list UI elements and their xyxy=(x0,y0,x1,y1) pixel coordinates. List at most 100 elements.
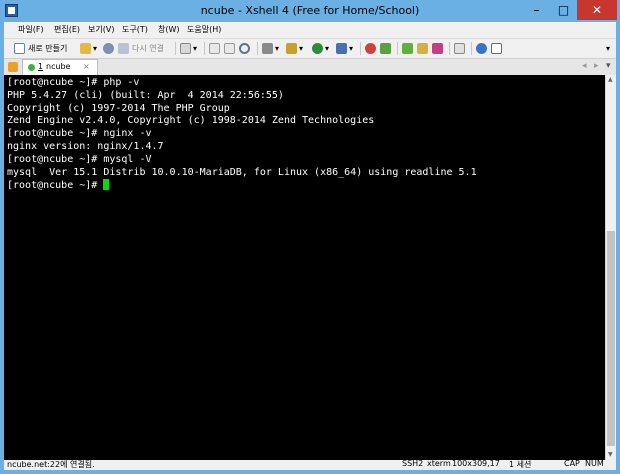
toolbar-separator xyxy=(397,42,398,55)
layout-icon xyxy=(402,42,413,54)
menu-bar: 파일(F) 편집(E) 보기(V) 도구(T) 창(W) 도움말(H) xyxy=(4,22,616,37)
scroll-up-arrow-icon[interactable]: ▲ xyxy=(608,76,613,83)
client-area: 파일(F) 편집(E) 보기(V) 도구(T) 창(W) 도움말(H) 새로 만… xyxy=(4,22,616,470)
print-icon xyxy=(262,42,273,54)
session-tab[interactable]: 1 ncube × xyxy=(22,59,98,75)
terminal-line: PHP 5.4.27 (cli) (built: Apr 4 2014 22:5… xyxy=(7,89,284,101)
terminal-output: [root@ncube ~]# php -v PHP 5.4.27 (cli) (… xyxy=(7,77,477,193)
menu-view[interactable]: 보기(V) xyxy=(88,24,114,35)
tab-scroll-right-icon[interactable]: ▸ xyxy=(594,61,599,71)
menu-window[interactable]: 창(W) xyxy=(158,24,180,35)
vertical-scrollbar[interactable]: ▲ ▼ xyxy=(605,75,616,460)
copy-icon xyxy=(209,42,220,54)
terminal-line: mysql Ver 15.1 Distrib 10.0.10-MariaDB, … xyxy=(7,166,477,178)
user-button[interactable]: ▾ xyxy=(336,41,353,55)
menu-tools[interactable]: 도구(T) xyxy=(122,24,148,35)
find-button[interactable] xyxy=(239,41,250,55)
user-icon xyxy=(336,42,347,54)
lock-button[interactable] xyxy=(417,41,428,55)
lock-icon xyxy=(417,42,428,54)
find-icon xyxy=(239,42,250,54)
toolbar-overflow-button[interactable]: ▾ xyxy=(606,41,610,55)
layout-button[interactable] xyxy=(402,41,413,55)
xftp-icon xyxy=(365,42,376,54)
status-connection: ncube.net:22에 연결됨. xyxy=(7,460,95,469)
help-button[interactable] xyxy=(476,41,487,55)
reconnect-button[interactable]: 다시 연결 xyxy=(118,41,164,55)
keyboard-icon xyxy=(454,42,465,54)
terminal-line: nginx version: nginx/1.4.7 xyxy=(7,140,164,152)
terminal-line: [root@ncube ~]# mysql -V xyxy=(7,153,152,165)
paste-button[interactable] xyxy=(224,41,235,55)
toolbar-separator xyxy=(204,42,205,55)
status-cursor-position: 9,17 xyxy=(482,459,500,468)
terminal-line: Copyright (c) 1997-2014 The PHP Group xyxy=(7,102,230,114)
globe-button[interactable]: ▾ xyxy=(312,41,329,55)
terminal-line: [root@ncube ~]# nginx -v xyxy=(7,128,152,140)
toolbar-separator xyxy=(360,42,361,55)
new-session-button[interactable]: 새로 만들기 xyxy=(14,41,67,55)
link-icon xyxy=(103,42,114,54)
compose-icon xyxy=(380,42,391,54)
menu-file[interactable]: 파일(F) xyxy=(18,24,44,35)
toolbar-separator xyxy=(257,42,258,55)
terminal-prompt: [root@ncube ~]# xyxy=(7,180,104,192)
terminal-cursor xyxy=(103,179,110,191)
keyboard-button[interactable] xyxy=(454,41,465,55)
terminal-view[interactable]: [root@ncube ~]# php -v PHP 5.4.27 (cli) (… xyxy=(4,75,605,460)
close-button[interactable]: ✕ xyxy=(577,0,617,20)
tab-label: ncube xyxy=(46,62,71,71)
help-icon xyxy=(476,42,487,54)
open-button[interactable]: ▾ xyxy=(80,41,97,55)
copy-button[interactable] xyxy=(209,41,220,55)
scroll-down-arrow-icon[interactable]: ▼ xyxy=(608,451,613,458)
reconnect-label: 다시 연결 xyxy=(132,43,164,53)
status-bar: ncube.net:22에 연결됨. SSH2 xterm 100x30 9,1… xyxy=(4,459,616,470)
tab-scroll-left-icon[interactable]: ◂ xyxy=(582,61,587,71)
status-caps-lock: CAP xyxy=(564,459,580,468)
print-button[interactable]: ▾ xyxy=(262,41,279,55)
session-manager-icon[interactable] xyxy=(8,62,18,72)
status-num-lock: NUM xyxy=(585,459,604,468)
maximize-button[interactable]: □ xyxy=(550,0,577,20)
properties-icon xyxy=(180,42,191,54)
status-terminal-type: xterm xyxy=(427,459,451,468)
new-session-label: 새로 만들기 xyxy=(28,43,68,53)
paste-icon xyxy=(224,42,235,54)
xftp-button[interactable] xyxy=(365,41,376,55)
transfer-icon xyxy=(286,42,297,54)
chat-button[interactable] xyxy=(491,41,502,55)
tab-menu-icon[interactable]: ▾ xyxy=(606,61,611,71)
terminal-line: Zend Engine v2.4.0, Copyright (c) 1998-2… xyxy=(7,115,375,127)
link-button[interactable] xyxy=(103,41,114,55)
toolbar-separator xyxy=(175,42,176,55)
reconnect-icon xyxy=(118,42,129,54)
minimize-button[interactable]: – xyxy=(523,0,550,20)
status-sessions: 1 세션 xyxy=(509,460,532,469)
menu-edit[interactable]: 편집(E) xyxy=(54,24,80,35)
chevron-down-icon: ▾ xyxy=(606,43,611,53)
chat-icon xyxy=(491,42,502,54)
transfer-button[interactable]: ▾ xyxy=(286,41,303,55)
tab-close-icon[interactable]: × xyxy=(83,62,90,71)
xshell-window: ncube - Xshell 4 (Free for Home/School) … xyxy=(0,0,620,474)
terminal-prompt-line: [root@ncube ~]# xyxy=(7,179,477,193)
scrollbar-thumb[interactable] xyxy=(607,231,615,446)
toolbar: 새로 만들기 ▾ 다시 연결 ▾ ▾ ▾ ▾ ▾ ▾ xyxy=(4,38,616,59)
connected-dot-icon xyxy=(28,64,35,71)
compose-button[interactable] xyxy=(380,41,391,55)
keys-icon xyxy=(432,42,443,54)
title-bar[interactable]: ncube - Xshell 4 (Free for Home/School) … xyxy=(0,0,620,22)
ssh-keys-button[interactable] xyxy=(432,41,443,55)
globe-icon xyxy=(312,42,323,54)
terminal-line: [root@ncube ~]# php -v xyxy=(7,77,140,88)
new-session-icon xyxy=(14,42,25,54)
status-size: 100x30 xyxy=(452,459,483,468)
toolbar-separator xyxy=(449,42,450,55)
menu-help[interactable]: 도움말(H) xyxy=(187,24,221,35)
open-folder-icon xyxy=(80,42,91,54)
toolbar-separator xyxy=(471,42,472,55)
properties-button[interactable]: ▾ xyxy=(180,41,197,55)
tab-number: 1 xyxy=(38,62,44,71)
status-protocol: SSH2 xyxy=(402,459,424,468)
